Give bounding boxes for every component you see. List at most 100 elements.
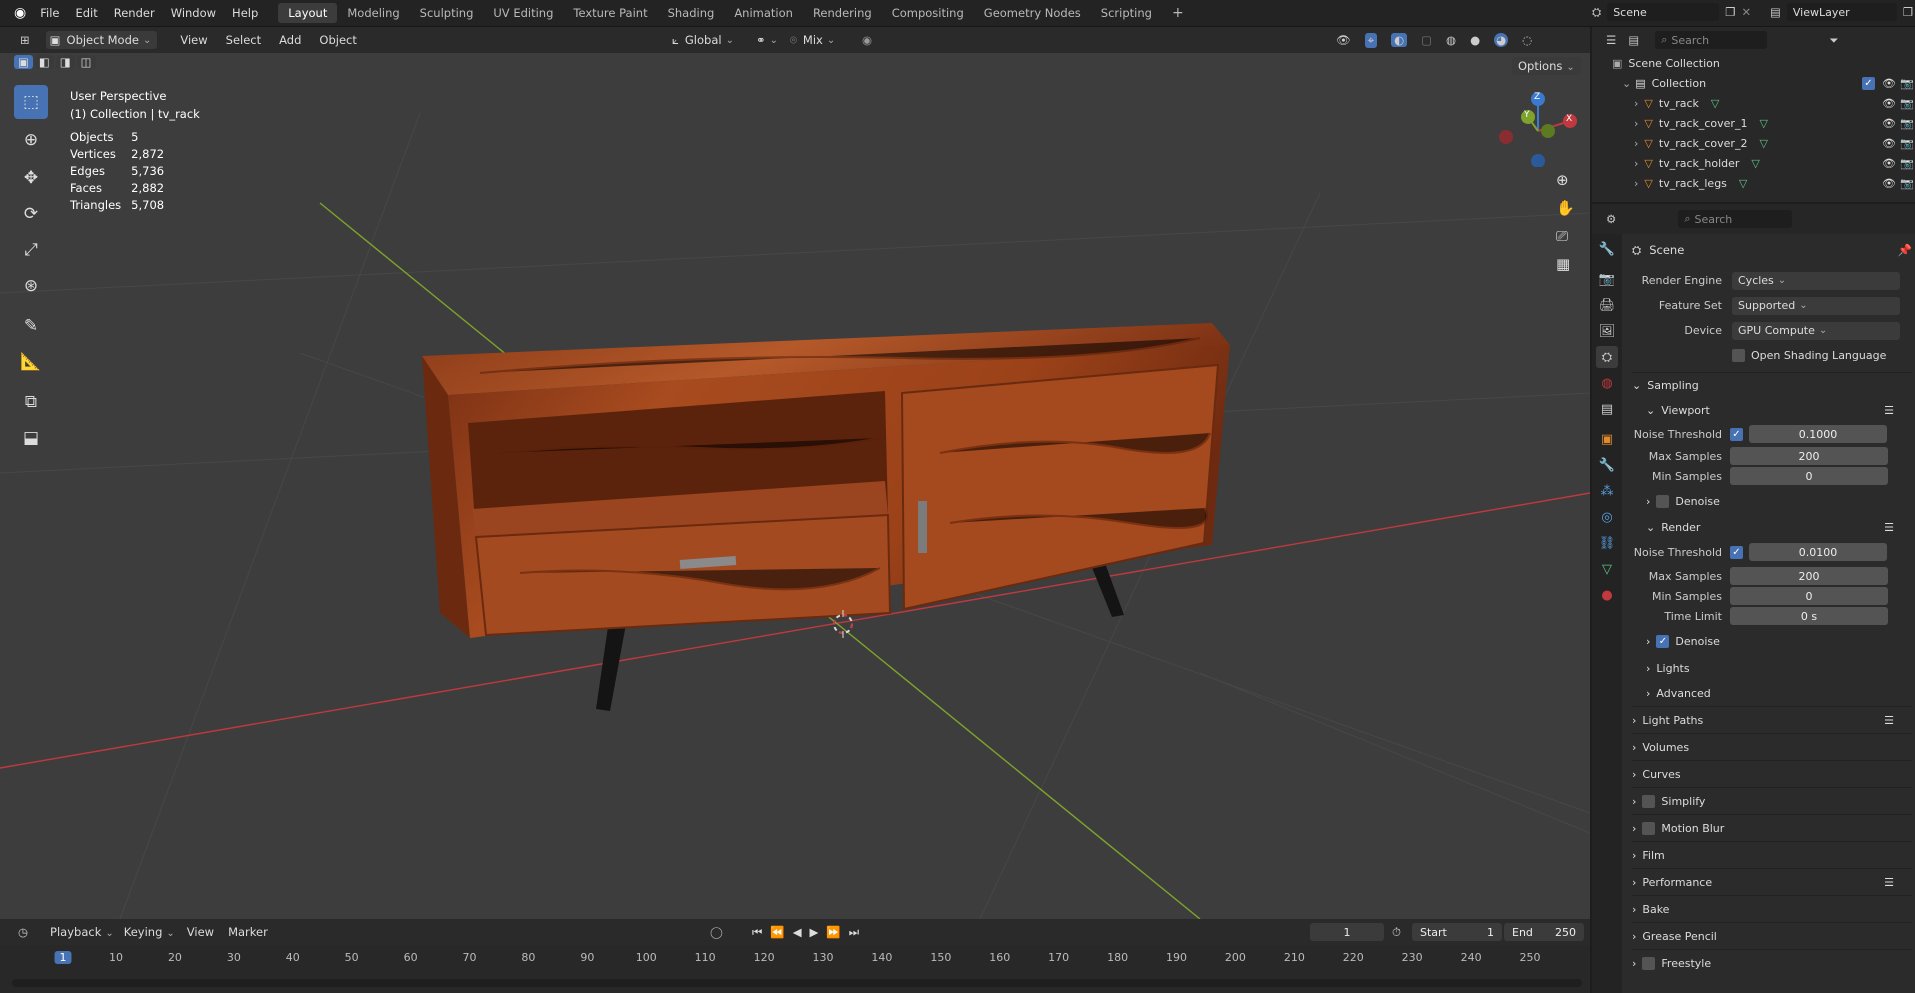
viewport-noise-threshold-field[interactable]: 0.1000 <box>1749 425 1887 443</box>
play-reverse-icon[interactable]: ◀ <box>793 925 802 939</box>
viewport-menu-select[interactable]: Select <box>217 33 270 47</box>
expand-arrow-icon[interactable]: ⌄ <box>1622 77 1631 90</box>
expand-arrow-icon[interactable]: › <box>1634 97 1638 110</box>
modifier-tab-icon[interactable]: 🔧 <box>1596 454 1618 476</box>
overlay-toggle-icon[interactable]: ◐ <box>1391 33 1408 47</box>
rotate-tool-icon[interactable]: ⟳ <box>14 197 48 231</box>
tv-rack-model[interactable] <box>422 323 1230 711</box>
viewport-noise-threshold-checkbox[interactable]: ✓ <box>1730 427 1743 441</box>
view-layer-tab-icon[interactable]: 🖼 <box>1596 320 1618 342</box>
visibility-eye-icon[interactable]: 👁 <box>1882 97 1896 110</box>
render-denoise-checkbox[interactable]: ✓ <box>1656 634 1670 648</box>
proportional-edit-icon[interactable]: ◉ <box>862 33 872 47</box>
tab-compositing[interactable]: Compositing <box>882 3 974 23</box>
outliner-search-input[interactable]: ⌕ Search <box>1655 31 1768 49</box>
lights-subpanel[interactable]: › Lights <box>1632 656 1912 681</box>
viewport-menu-object[interactable]: Object <box>310 33 365 47</box>
new-scene-icon[interactable]: ❐ <box>1725 5 1735 19</box>
select-extend-icon[interactable]: ◧ <box>34 55 54 69</box>
select-subtract-icon[interactable]: ◨ <box>55 55 75 69</box>
panel-enable-checkbox[interactable] <box>1642 956 1656 970</box>
shading-rendered-icon[interactable]: ◌ <box>1522 33 1532 47</box>
frame-ruler[interactable]: 1 10 20 30 40 50 60 70 80 90 100 110 120 130 140 150 160… <box>0 951 1590 971</box>
panel-performance[interactable]: › Performance ☰ <box>1632 868 1912 895</box>
tab-geometry-nodes[interactable]: Geometry Nodes <box>974 3 1091 23</box>
viewport-min-samples-field[interactable]: 0 <box>1730 467 1888 485</box>
menu-file[interactable]: File <box>32 6 67 20</box>
outliner-item-tv-rack[interactable]: › ▽ tv_rack ▽ 👁 📷 <box>1592 93 1915 113</box>
viewport-max-samples-field[interactable]: 200 <box>1730 447 1888 465</box>
viewport-denoise-subpanel[interactable]: › Denoise <box>1632 486 1912 516</box>
render-denoise-subpanel[interactable]: › ✓ Denoise <box>1632 626 1912 656</box>
preview-range-icon[interactable]: ⏱ <box>1392 925 1401 940</box>
sampling-panel-header[interactable]: ⌄ Sampling <box>1632 372 1912 398</box>
end-frame-field[interactable]: End 250 <box>1504 923 1584 941</box>
select-new-icon[interactable]: ▣ <box>14 55 33 69</box>
pan-hand-icon[interactable]: ✋ <box>1556 199 1575 217</box>
playhead[interactable]: 1 <box>54 951 72 964</box>
select-box-tool-icon[interactable]: ⬚ <box>14 85 48 119</box>
physics-tab-icon[interactable]: ◎ <box>1596 506 1618 528</box>
output-tab-icon[interactable]: 🖨 <box>1596 294 1618 316</box>
panel-bake[interactable]: › Bake <box>1632 895 1912 922</box>
outliner-item-tv-rack-cover-1[interactable]: › ▽ tv_rack_cover_1 ▽ 👁 📷 <box>1592 113 1915 133</box>
menu-render[interactable]: Render <box>106 6 163 20</box>
menu-edit[interactable]: Edit <box>67 6 105 20</box>
tab-uv-editing[interactable]: UV Editing <box>483 3 563 23</box>
options-dropdown[interactable]: Options <box>1512 57 1581 75</box>
pivot-dropdown[interactable]: ⚭ <box>756 33 778 47</box>
remove-scene-icon[interactable]: ✕ <box>1742 5 1752 19</box>
tab-shading[interactable]: Shading <box>658 3 725 23</box>
panel-simplify[interactable]: › Simplify <box>1632 787 1912 814</box>
add-workspace-button[interactable]: + <box>1162 2 1194 24</box>
shading-wireframe-icon[interactable]: ◍ <box>1446 33 1456 47</box>
expand-arrow-icon[interactable]: › <box>1634 157 1638 170</box>
render-max-samples-field[interactable]: 200 <box>1730 567 1888 585</box>
presets-icon[interactable]: ☰ <box>1884 404 1894 417</box>
panel-enable-checkbox[interactable] <box>1642 821 1656 835</box>
render-tab-icon[interactable]: 📷 <box>1596 268 1618 290</box>
render-camera-icon[interactable]: 📷 <box>1900 177 1914 190</box>
tab-rendering[interactable]: Rendering <box>803 3 882 23</box>
render-noise-threshold-field[interactable]: 0.0100 <box>1749 543 1887 561</box>
constraints-tab-icon[interactable]: ⛓ <box>1596 532 1618 554</box>
timeline-menu-marker[interactable]: Marker <box>228 925 268 939</box>
viewport-subpanel-header[interactable]: ⌄ Viewport ☰ <box>1632 398 1912 422</box>
device-dropdown[interactable]: GPU Compute <box>1732 321 1900 340</box>
panel-motion-blur[interactable]: › Motion Blur <box>1632 814 1912 841</box>
properties-editor-icon[interactable]: ⚙ <box>1606 212 1616 226</box>
orientation-dropdown[interactable]: ⟀ Global <box>672 33 734 48</box>
expand-arrow-icon[interactable]: › <box>1634 177 1638 190</box>
scene-selector[interactable]: ⛭ Scene ❐ ✕ <box>1592 3 1751 21</box>
render-noise-threshold-checkbox[interactable]: ✓ <box>1730 545 1743 559</box>
expand-arrow-icon[interactable]: › <box>1634 137 1638 150</box>
tab-scripting[interactable]: Scripting <box>1091 3 1162 23</box>
cursor-tool-icon[interactable]: ⊕ <box>14 123 48 157</box>
display-mode-icon[interactable]: ▤ <box>1628 33 1639 47</box>
measure-tool-icon[interactable]: 📐 <box>14 345 48 379</box>
tab-sculpting[interactable]: Sculpting <box>410 3 484 23</box>
osl-checkbox[interactable] <box>1732 349 1745 362</box>
feature-set-dropdown[interactable]: Supported <box>1732 296 1900 315</box>
jump-start-icon[interactable]: ⏮ <box>752 925 762 940</box>
view-layer-selector[interactable]: ▤ ViewLayer ❐ <box>1770 3 1913 21</box>
visibility-eye-icon[interactable]: 👁 <box>1882 157 1896 170</box>
properties-search-input[interactable]: ⌕ Search <box>1678 210 1793 228</box>
shading-solid-icon[interactable]: ● <box>1470 33 1480 47</box>
visibility-eye-icon[interactable]: 👁 <box>1882 117 1896 130</box>
menu-help[interactable]: Help <box>224 6 266 20</box>
shading-material-icon[interactable]: ◕ <box>1494 33 1509 47</box>
view-layer-field[interactable]: ViewLayer <box>1786 3 1897 21</box>
timeline-menu-view[interactable]: View <box>187 925 214 939</box>
select-intersect-icon[interactable]: ◫ <box>76 55 96 69</box>
menu-window[interactable]: Window <box>163 6 224 20</box>
world-tab-icon[interactable]: ◍ <box>1596 372 1618 394</box>
tab-animation[interactable]: Animation <box>724 3 803 23</box>
expand-arrow-icon[interactable]: › <box>1634 117 1638 130</box>
panel-volumes[interactable]: › Volumes <box>1632 733 1912 760</box>
tab-modeling[interactable]: Modeling <box>337 3 409 23</box>
render-camera-icon[interactable]: 📷 <box>1900 117 1914 130</box>
render-engine-dropdown[interactable]: Cycles <box>1732 271 1900 290</box>
presets-icon[interactable]: ☰ <box>1884 876 1894 889</box>
outliner-item-tv-rack-legs[interactable]: › ▽ tv_rack_legs ▽ 👁 📷 <box>1592 173 1915 193</box>
